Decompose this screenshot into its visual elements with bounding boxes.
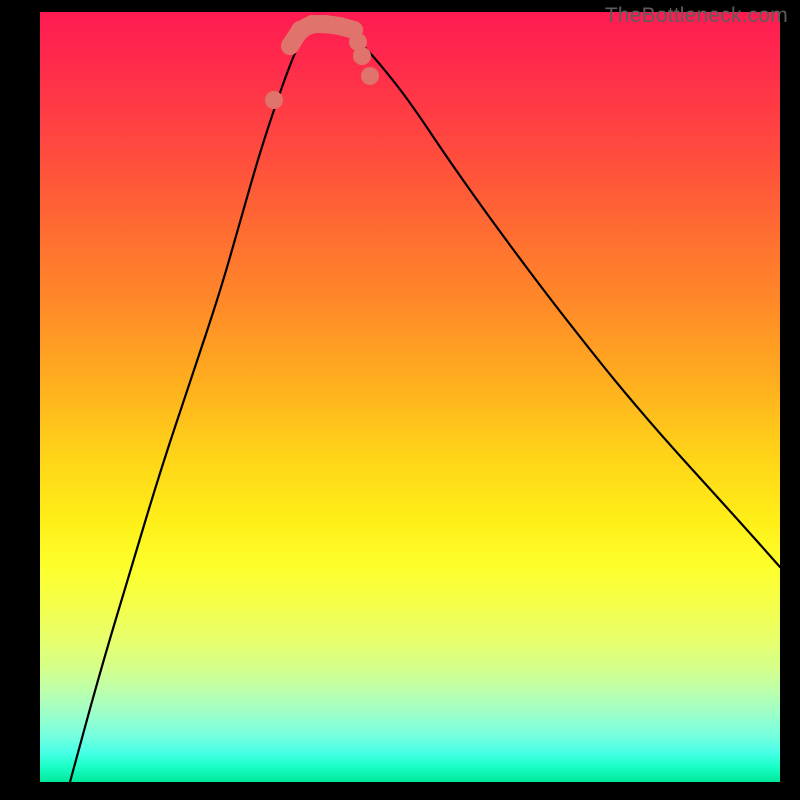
series-bottleneck-curve <box>70 24 780 782</box>
plot-area <box>40 12 780 782</box>
chart-frame: TheBottleneck.com <box>0 0 800 800</box>
chart-svg <box>40 12 780 782</box>
marker-trough-markers <box>361 67 379 85</box>
series-trough-band <box>290 24 354 46</box>
watermark-label: TheBottleneck.com <box>605 4 788 28</box>
marker-trough-markers <box>265 91 283 109</box>
marker-trough-markers <box>353 47 371 65</box>
